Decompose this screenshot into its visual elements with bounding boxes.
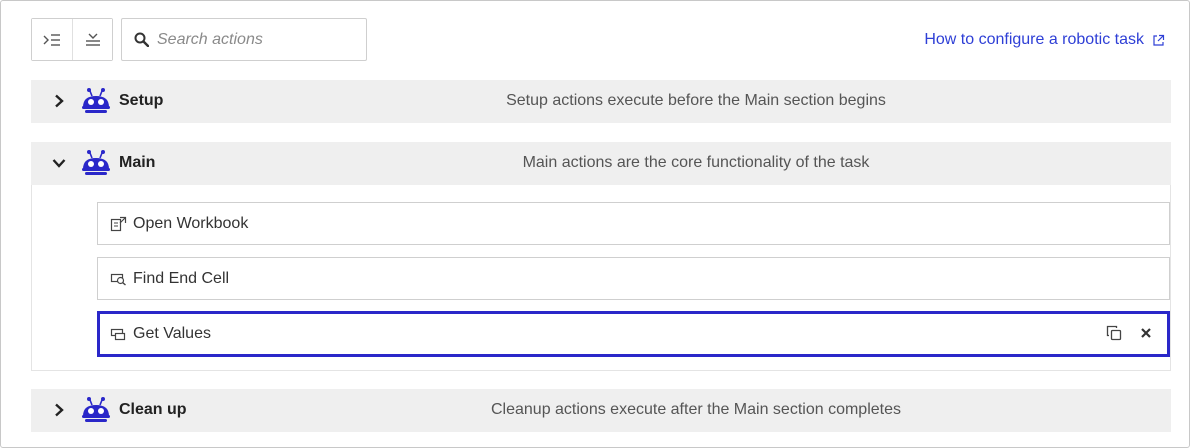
action-label: Find End Cell [133, 269, 230, 287]
collapse-all-button[interactable] [72, 19, 112, 60]
search-input[interactable] [157, 30, 347, 49]
actions-toolbar [31, 18, 367, 61]
action-get-values[interactable]: Get Values [97, 311, 1170, 357]
expand-all-icon [43, 33, 60, 46]
close-icon[interactable] [1137, 324, 1155, 342]
find-cell-icon [110, 272, 127, 286]
expand-collapse-group [31, 18, 113, 61]
search-icon [134, 32, 149, 47]
help-link[interactable]: How to configure a robotic task [924, 31, 1165, 49]
section-description: Setup actions execute before the Main se… [506, 92, 886, 109]
action-label: Open Workbook [133, 214, 249, 232]
search-box [121, 18, 367, 61]
section-description: Main actions are the core functionality … [522, 154, 870, 171]
get-values-icon [110, 327, 127, 341]
section-main-header[interactable]: Main Main actions are the core functiona… [31, 142, 1171, 185]
external-link-icon [1152, 34, 1165, 47]
section-description: Cleanup actions execute after the Main s… [490, 401, 901, 418]
section-cleanup-header[interactable]: Clean up Cleanup actions execute after t… [31, 389, 1171, 432]
action-find-end-cell[interactable]: Find End Cell [97, 257, 1170, 300]
section-setup-header[interactable]: Setup Setup actions execute before the M… [31, 80, 1171, 123]
open-workbook-icon [110, 216, 127, 232]
duplicate-icon[interactable] [1105, 324, 1123, 342]
collapse-all-icon [85, 33, 100, 46]
action-label: Get Values [133, 325, 211, 342]
expand-all-button[interactable] [32, 19, 72, 60]
action-tools [1105, 324, 1155, 342]
robotic-task-editor: How to configure a robotic task [0, 0, 1190, 448]
help-link-label: How to configure a robotic task [924, 31, 1144, 48]
action-open-workbook[interactable]: Open Workbook [97, 202, 1170, 245]
